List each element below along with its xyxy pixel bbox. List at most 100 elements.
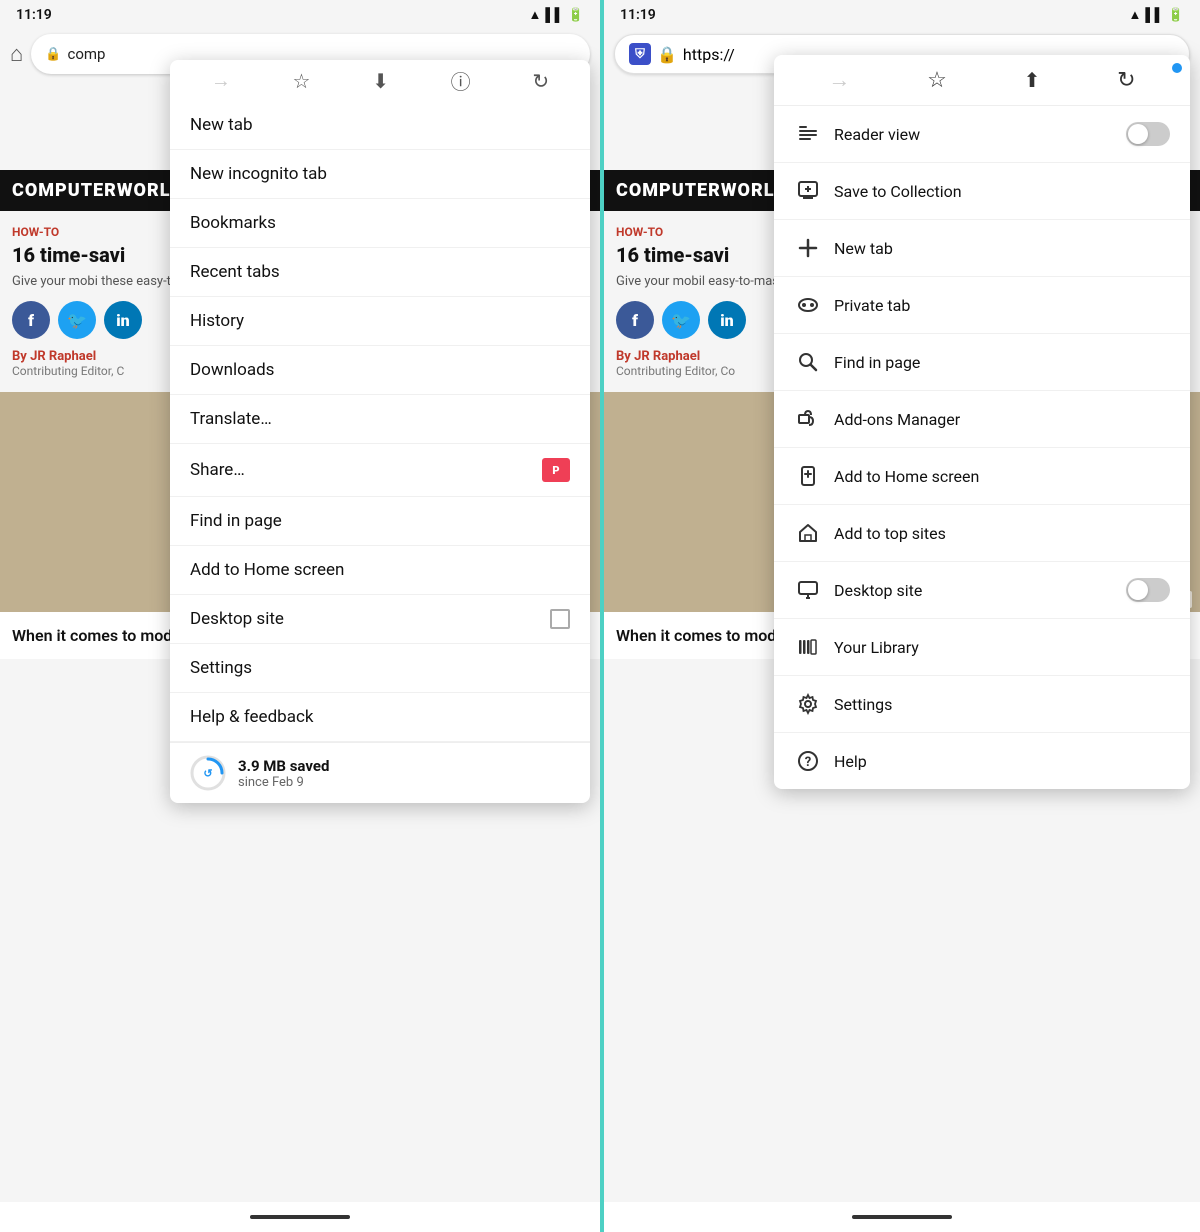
right-facebook-icon[interactable]: f [616, 301, 654, 339]
ff-private-tab-left: Private tab [794, 291, 910, 319]
menu-item-bookmarks-label: Bookmarks [190, 213, 276, 233]
left-status-bar: 11:19 ▲ ▌▌ 🔋 [0, 0, 600, 30]
plus-icon [794, 234, 822, 262]
ff-library-left: Your Library [794, 633, 919, 661]
menu-item-settings[interactable]: Settings [170, 644, 590, 693]
ff-help-label: Help [834, 752, 867, 771]
left-panel: 11:19 ▲ ▌▌ 🔋 ⌂ 🔒 comp COMPUTERWORLD HOW-… [0, 0, 600, 1232]
ff-menu-item-new-tab[interactable]: New tab [774, 220, 1190, 277]
ff-menu-item-add-home[interactable]: Add to Home screen [774, 448, 1190, 505]
left-linkedin-icon[interactable]: in [104, 301, 142, 339]
ff-menu-item-reader-view[interactable]: Reader view [774, 106, 1190, 163]
left-signal-icon: ▌▌ [545, 7, 563, 23]
menu-item-settings-label: Settings [190, 658, 252, 678]
ff-top-sites-label: Add to top sites [834, 524, 946, 543]
right-shield-icon: ⛨ [629, 43, 651, 65]
ff-menu-item-add-top-sites[interactable]: Add to top sites [774, 505, 1190, 562]
ff-add-home-left: Add to Home screen [794, 462, 979, 490]
help-circle-icon: ? [794, 747, 822, 775]
left-home-icon[interactable]: ⌂ [10, 41, 23, 67]
ff-private-tab-label: Private tab [834, 296, 910, 315]
left-forward-icon[interactable]: → [211, 68, 231, 93]
ff-desktop-label: Desktop site [834, 581, 922, 600]
desktop-site-checkbox[interactable] [550, 609, 570, 629]
menu-item-find-in-page[interactable]: Find in page [170, 497, 590, 546]
menu-item-history[interactable]: History [170, 297, 590, 346]
ff-menu-item-save-collection[interactable]: Save to Collection [774, 163, 1190, 220]
ff-desktop-left: Desktop site [794, 576, 922, 604]
right-status-time: 11:19 [620, 7, 656, 23]
ff-new-tab-left: New tab [794, 234, 893, 262]
left-twitter-icon[interactable]: 🐦 [58, 301, 96, 339]
right-wifi-icon: ▲ [1129, 7, 1142, 23]
right-bookmark-icon[interactable]: ☆ [927, 68, 947, 93]
menu-item-downloads-label: Downloads [190, 360, 274, 380]
pocket-badge: P [542, 458, 570, 482]
left-wifi-icon: ▲ [529, 7, 542, 23]
ff-menu-item-find-in-page[interactable]: Find in page [774, 334, 1190, 391]
right-share-icon[interactable]: ⬆ [1024, 68, 1041, 92]
left-download-icon[interactable]: ⬇ [372, 69, 389, 93]
menu-item-translate-label: Translate… [190, 409, 272, 429]
desktop-site-toggle[interactable] [1126, 578, 1170, 602]
ff-find-left: Find in page [794, 348, 920, 376]
right-ff-toolbar: → ☆ ⬆ ↻ [774, 55, 1190, 106]
menu-item-history-label: History [190, 311, 244, 331]
right-dropdown-menu: → ☆ ⬆ ↻ Reader view Save to Collection [774, 55, 1190, 789]
ff-menu-item-addons[interactable]: Add-ons Manager [774, 391, 1190, 448]
right-panel: 11:19 ▲ ▌▌ 🔋 ⛨ 🔒 https:// COMPUTERWORLD … [600, 0, 1200, 1232]
ff-menu-item-private-tab[interactable]: Private tab [774, 277, 1190, 334]
left-status-time: 11:19 [16, 7, 52, 23]
right-bottom-bar [604, 1202, 1200, 1232]
left-bottom-bar [0, 1202, 600, 1232]
menu-item-help-label: Help & feedback [190, 707, 313, 727]
ff-reader-view-left: Reader view [794, 120, 920, 148]
ff-new-tab-label: New tab [834, 239, 893, 258]
reader-view-icon [794, 120, 822, 148]
menu-item-recent-tabs[interactable]: Recent tabs [170, 248, 590, 297]
left-refresh-icon[interactable]: ↻ [532, 69, 549, 93]
menu-item-translate[interactable]: Translate… [170, 395, 590, 444]
ff-save-collection-label: Save to Collection [834, 182, 962, 201]
ff-settings-label: Settings [834, 695, 892, 714]
ff-menu-item-settings[interactable]: Settings [774, 676, 1190, 733]
ff-menu-item-help[interactable]: ? Help [774, 733, 1190, 789]
ff-add-home-label: Add to Home screen [834, 467, 979, 486]
left-bookmark-icon[interactable]: ☆ [293, 69, 311, 93]
left-status-icons: ▲ ▌▌ 🔋 [529, 7, 584, 23]
left-facebook-icon[interactable]: f [12, 301, 50, 339]
left-info-icon[interactable]: ⓘ [451, 66, 471, 95]
collection-icon [794, 177, 822, 205]
right-twitter-icon[interactable]: 🐦 [662, 301, 700, 339]
menu-item-share[interactable]: Share… P [170, 444, 590, 497]
right-battery-icon: 🔋 [1168, 8, 1184, 23]
menu-item-new-tab[interactable]: New tab [170, 101, 590, 150]
menu-item-help-feedback[interactable]: Help & feedback [170, 693, 590, 742]
right-signal-icon: ▌▌ [1145, 7, 1163, 23]
menu-item-bookmarks[interactable]: Bookmarks [170, 199, 590, 248]
left-menu-toolbar: → ☆ ⬇ ⓘ ↻ [170, 60, 590, 101]
ff-menu-item-desktop-site[interactable]: Desktop site [774, 562, 1190, 619]
left-lock-icon: 🔒 [45, 47, 61, 62]
menu-item-downloads[interactable]: Downloads [170, 346, 590, 395]
savings-amount: 3.9 MB saved [238, 757, 329, 775]
ff-menu-item-library[interactable]: Your Library [774, 619, 1190, 676]
left-dropdown-menu: → ☆ ⬇ ⓘ ↻ New tab New incognito tab Book… [170, 60, 590, 803]
right-refresh-icon[interactable]: ↻ [1117, 68, 1135, 93]
right-status-bar: 11:19 ▲ ▌▌ 🔋 [604, 0, 1200, 30]
left-bottom-pill [250, 1215, 350, 1219]
search-icon [794, 348, 822, 376]
right-linkedin-icon[interactable]: in [708, 301, 746, 339]
menu-item-add-to-home[interactable]: Add to Home screen [170, 546, 590, 595]
right-blue-dot [1172, 63, 1182, 73]
right-forward-icon[interactable]: → [828, 67, 850, 93]
savings-since: since Feb 9 [238, 775, 329, 790]
ff-settings-left: Settings [794, 690, 892, 718]
ff-reader-view-label: Reader view [834, 125, 920, 144]
reader-view-toggle[interactable] [1126, 122, 1170, 146]
right-bottom-pill [852, 1215, 952, 1219]
menu-item-new-incognito-tab[interactable]: New incognito tab [170, 150, 590, 199]
right-lock-icon: 🔒 [657, 45, 677, 64]
menu-item-desktop-site[interactable]: Desktop site [170, 595, 590, 644]
menu-item-new-tab-label: New tab [190, 115, 253, 135]
